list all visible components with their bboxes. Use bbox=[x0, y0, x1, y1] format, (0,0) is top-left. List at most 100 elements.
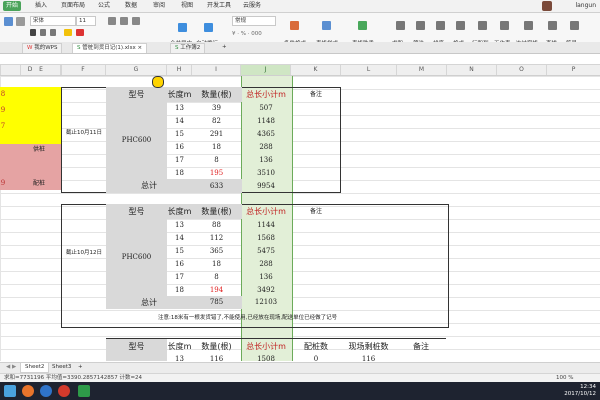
column-header-o[interactable]: O bbox=[497, 65, 547, 75]
add-sheet-button[interactable]: + bbox=[74, 363, 87, 372]
table-row[interactable]: 1568 bbox=[241, 232, 291, 245]
column-header-l[interactable]: L bbox=[341, 65, 397, 75]
browser-icon[interactable] bbox=[22, 385, 34, 397]
tab-data[interactable]: 数据 bbox=[122, 1, 140, 11]
tab-developer[interactable]: 开发工具 bbox=[204, 1, 234, 11]
table-row[interactable]: 17 bbox=[167, 271, 192, 284]
tab-formulas[interactable]: 公式 bbox=[95, 1, 113, 11]
cell-supply-label[interactable]: 供桩 bbox=[24, 142, 54, 157]
table-row[interactable]: 16 bbox=[167, 258, 192, 271]
table-row[interactable]: 17 bbox=[167, 154, 192, 167]
table-row[interactable]: 13 bbox=[167, 219, 192, 232]
table-row[interactable]: 136 bbox=[241, 154, 291, 167]
table-row[interactable]: 82 bbox=[192, 115, 241, 128]
table-row[interactable]: 365 bbox=[192, 245, 241, 258]
align-center-icon[interactable] bbox=[120, 17, 128, 25]
cut-icon[interactable] bbox=[16, 17, 25, 26]
cell-e-1[interactable]: 8 bbox=[0, 87, 6, 102]
cell-e-4[interactable]: 9 bbox=[0, 176, 6, 191]
column-header-p[interactable]: P bbox=[547, 65, 600, 75]
table-row[interactable]: 16 bbox=[167, 141, 192, 154]
user-avatar[interactable] bbox=[542, 1, 552, 11]
column-header-h[interactable]: H bbox=[167, 65, 192, 75]
close-icon[interactable]: × bbox=[137, 45, 142, 51]
sheet-tab-3[interactable]: Sheet3 bbox=[48, 363, 75, 372]
table-row[interactable]: 112 bbox=[192, 232, 241, 245]
doc-tab-workbook2[interactable]: S 工作簿2 bbox=[170, 43, 206, 53]
table2-sum-total[interactable]: 12103 bbox=[241, 296, 291, 309]
tab-page-layout[interactable]: 页面布局 bbox=[58, 1, 88, 11]
table-row[interactable]: 14 bbox=[167, 115, 192, 128]
doc-tab-pile-log[interactable]: S 管桩到货日记(1).xlsx × bbox=[72, 43, 148, 53]
formula-bar[interactable] bbox=[0, 54, 600, 65]
tab-insert[interactable]: 插入 bbox=[32, 1, 50, 11]
currency-format-icon[interactable]: ¥ · % · 000 bbox=[232, 31, 262, 37]
start-icon[interactable] bbox=[4, 385, 16, 397]
table-row[interactable]: 116 bbox=[192, 353, 241, 361]
column-header-f[interactable]: F bbox=[61, 65, 106, 75]
wps-spreadsheet-icon[interactable] bbox=[78, 385, 90, 397]
table-row[interactable]: 13 bbox=[167, 353, 192, 361]
column-header-n[interactable]: N bbox=[447, 65, 497, 75]
bold-icon[interactable] bbox=[30, 29, 36, 36]
number-format-select[interactable]: 常规 bbox=[232, 16, 276, 26]
table-row[interactable]: 5475 bbox=[241, 245, 291, 258]
table-row[interactable]: 136 bbox=[241, 271, 291, 284]
doc-tab-mywps[interactable]: W 我的WPS bbox=[22, 43, 63, 53]
table-row[interactable]: 88 bbox=[192, 219, 241, 232]
table-row[interactable]: 291 bbox=[192, 128, 241, 141]
new-tab-button[interactable]: + bbox=[218, 43, 231, 52]
table-row[interactable]: 1508 bbox=[241, 353, 291, 361]
table-row[interactable]: 507 bbox=[241, 102, 291, 115]
cell-e-3[interactable]: 7 bbox=[0, 119, 6, 134]
table-row[interactable]: 13 bbox=[167, 102, 192, 115]
column-header-e[interactable]: E bbox=[20, 65, 62, 75]
table-row[interactable]: 18 bbox=[192, 258, 241, 271]
table1-sum-total[interactable]: 9954 bbox=[241, 179, 291, 193]
tab-home[interactable]: 开始 bbox=[3, 1, 22, 11]
table2-note[interactable]: 注意:18米有一根发货错了,不能使用,已经放在现场,配送单位已经做了记号 bbox=[106, 310, 446, 326]
table-row[interactable]: 39 bbox=[192, 102, 241, 115]
user-name[interactable]: langun bbox=[575, 0, 596, 12]
table-row[interactable]: 18 bbox=[192, 141, 241, 154]
table-row[interactable]: 8 bbox=[192, 271, 241, 284]
column-header-k[interactable]: K bbox=[291, 65, 341, 75]
table-row[interactable]: 15 bbox=[167, 128, 192, 141]
column-header-m[interactable]: M bbox=[397, 65, 447, 75]
cell-e-2[interactable]: 9 bbox=[0, 103, 6, 118]
table-row[interactable]: 14 bbox=[167, 232, 192, 245]
tab-cloud[interactable]: 云服务 bbox=[240, 1, 264, 11]
table-row[interactable]: 0 bbox=[291, 353, 341, 361]
column-header-i[interactable]: I bbox=[192, 65, 241, 75]
column-header-j[interactable]: J bbox=[241, 65, 291, 75]
table-row[interactable]: 8 bbox=[192, 154, 241, 167]
table-row[interactable]: 288 bbox=[241, 141, 291, 154]
column-header-g[interactable]: G bbox=[106, 65, 167, 75]
fill-color-icon[interactable] bbox=[64, 29, 72, 36]
font-size-select[interactable]: 11 bbox=[76, 16, 96, 26]
align-right-icon[interactable] bbox=[132, 17, 140, 25]
table-row[interactable]: 288 bbox=[241, 258, 291, 271]
table-row[interactable]: 4365 bbox=[241, 128, 291, 141]
table1-sum-qty[interactable]: 633 bbox=[192, 179, 241, 193]
clock[interactable]: 12:34 2017/10/12 bbox=[564, 384, 596, 398]
italic-icon[interactable] bbox=[40, 29, 46, 36]
sheet-tab-2[interactable]: Sheet2 bbox=[20, 363, 50, 373]
table2-sum-qty[interactable]: 785 bbox=[192, 296, 241, 309]
font-name-select[interactable]: 宋体 bbox=[30, 16, 76, 26]
table-row[interactable]: 1148 bbox=[241, 115, 291, 128]
tab-review[interactable]: 审阅 bbox=[150, 1, 168, 11]
paste-icon[interactable] bbox=[4, 17, 13, 26]
tab-view[interactable]: 视图 bbox=[178, 1, 196, 11]
app-icon[interactable] bbox=[58, 385, 70, 397]
align-icon[interactable] bbox=[108, 17, 116, 25]
table-row[interactable]: 15 bbox=[167, 245, 192, 258]
underline-icon[interactable] bbox=[50, 29, 56, 36]
table-row[interactable]: 1144 bbox=[241, 219, 291, 232]
spreadsheet-grid[interactable]: 8 9 7 供桩 9 配桩 型号 长度m 数量(根) 总长小计m 备注 截止10… bbox=[0, 76, 600, 361]
explorer-icon[interactable] bbox=[40, 385, 52, 397]
table-row[interactable]: 116 bbox=[341, 353, 396, 361]
cell-allocate-label[interactable]: 配桩 bbox=[24, 176, 54, 191]
sheet-nav-arrows-icon[interactable]: ◀ ▶ bbox=[2, 363, 20, 372]
font-color-icon[interactable] bbox=[76, 29, 84, 36]
